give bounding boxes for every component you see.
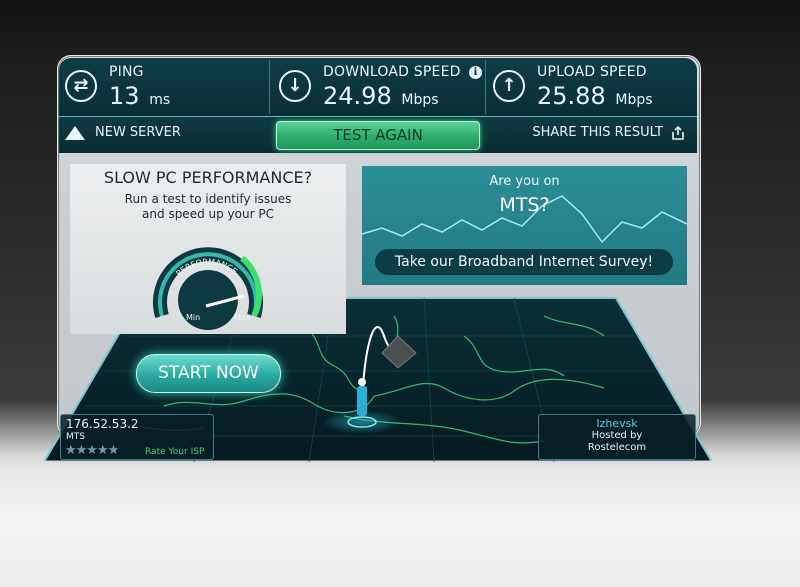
start-now-button[interactable]: START NOW (136, 354, 281, 393)
new-server-label: NEW SERVER (95, 125, 181, 140)
upload-label: UPLOAD SPEED (537, 64, 647, 80)
download-stat: ↓ DOWNLOAD SPEED i 24.98 Mbps (273, 58, 485, 116)
rating-stars[interactable]: ★★★★★ (65, 443, 119, 458)
share-icon (672, 125, 684, 140)
download-label: DOWNLOAD SPEED (323, 64, 461, 80)
server-city: Izhevsk (596, 417, 638, 430)
share-label: SHARE THIS RESULT (532, 125, 663, 140)
separator (485, 60, 486, 114)
triangle-icon (65, 125, 85, 140)
location-pin-icon (357, 378, 367, 416)
test-again-button[interactable]: TEST AGAIN (276, 121, 480, 150)
action-bar: NEW SERVER TEST AGAIN SHARE THIS RESULT (59, 117, 697, 153)
upload-value: 25.88 Mbps (537, 82, 653, 110)
upload-stat: ↑ UPLOAD SPEED 25.88 Mbps (487, 58, 695, 116)
hosted-by-label: Hosted by (591, 430, 643, 441)
pc-performance-ad: SLOW PC PERFORMANCE? Run a test to ident… (70, 164, 346, 334)
ping-stat: ⇄ PING 13 ms (59, 58, 269, 116)
info-icon[interactable]: i (469, 66, 482, 79)
rate-isp-link[interactable]: Rate Your ISP (145, 447, 204, 457)
gauge-max: Max (234, 313, 251, 322)
survey-question: Are you on (489, 174, 560, 189)
isp-survey-ad[interactable]: Are you on MTS? Take our Broadband Inter… (362, 166, 687, 285)
download-value: 24.98 Mbps (323, 82, 439, 110)
share-result-button[interactable]: SHARE THIS RESULT (532, 125, 685, 140)
ping-arrows-icon: ⇄ (65, 70, 97, 102)
stats-bar: ⇄ PING 13 ms ↓ DOWNLOAD SPEED i 24.98 Mb… (59, 58, 697, 117)
new-server-button[interactable]: NEW SERVER (65, 125, 181, 140)
performance-gauge: PERFORMANCE Min Max (153, 247, 263, 330)
ip-address: 176.52.53.2 (66, 417, 139, 431)
broadband-survey-button[interactable]: Take our Broadband Internet Survey! (375, 249, 673, 275)
download-arrow-icon: ↓ (279, 70, 311, 102)
survey-isp: MTS? (499, 194, 550, 216)
performance-subtitle: Run a test to identify issues and speed … (124, 192, 292, 221)
server-host-info: Izhevsk Hosted by Rostelecom (538, 414, 696, 460)
host-name: Rostelecom (587, 442, 647, 453)
ping-value: 13 ms (109, 82, 171, 110)
separator (269, 60, 270, 114)
client-isp-info: 176.52.53.2 MTS ★★★★★ Rate Your ISP (60, 414, 214, 460)
isp-name: MTS (66, 432, 85, 442)
performance-title: SLOW PC PERFORMANCE? (103, 168, 313, 187)
upload-arrow-icon: ↑ (493, 70, 525, 102)
gauge-min: Min (186, 313, 200, 322)
ping-label: PING (109, 64, 144, 80)
